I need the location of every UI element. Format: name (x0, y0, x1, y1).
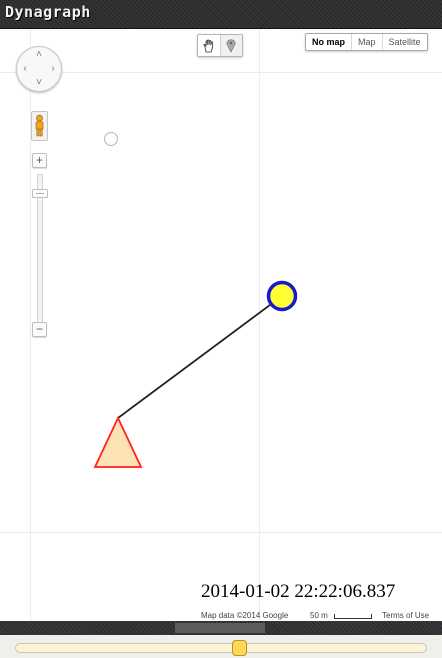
connector-line (117, 295, 283, 419)
timestamp-label: 2014-01-02 22:22:06.837 (201, 581, 396, 602)
scale-label: 50 m (310, 611, 328, 620)
terms-of-use-link[interactable]: Terms of Use (382, 611, 429, 620)
title-bar: Dynagraph (0, 0, 442, 29)
scrollbar-thumb[interactable] (175, 623, 265, 633)
origin-marker[interactable] (104, 132, 118, 146)
timeline-slider-thumb[interactable] (232, 640, 248, 656)
map-data-attribution: Map data ©2014 Google (201, 611, 289, 620)
timeline-slider-track[interactable] (15, 643, 427, 653)
dynagraph-drawing (93, 132, 298, 468)
map-footer: Map data ©2014 Google 50 m Terms of Use (0, 611, 442, 621)
circle-handle[interactable] (266, 280, 298, 312)
app-title: Dynagraph (5, 3, 91, 21)
scale-bar (334, 614, 372, 619)
map-canvas[interactable]: ˄ ˅ ‹ › + − No map Map Satellite 2014-01… (0, 29, 442, 621)
horizontal-scrollbar[interactable] (0, 621, 442, 635)
triangle-marker[interactable] (93, 415, 143, 468)
timeline-panel (0, 635, 442, 658)
